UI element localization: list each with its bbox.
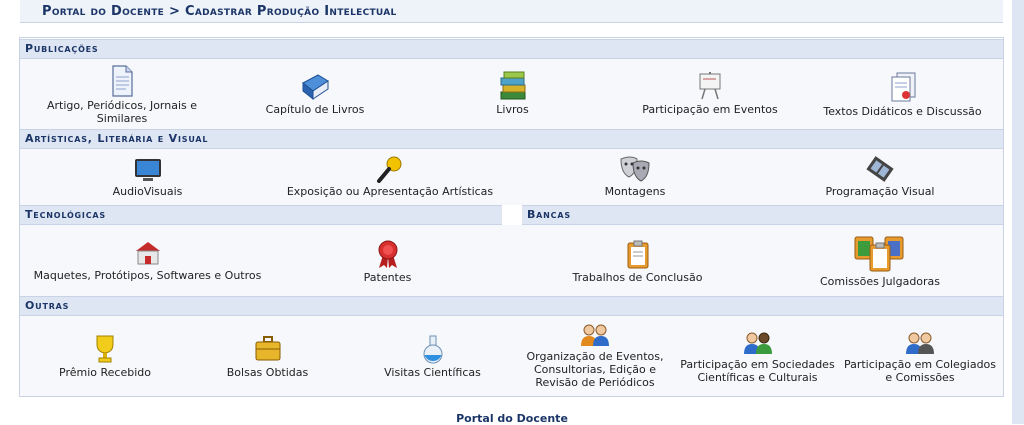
section-title: Publicações [25,42,99,55]
presentation-board-icon [699,72,721,100]
section-title: Tecnológicas [25,208,106,221]
menu-item-label: Participação em Eventos [642,103,778,116]
section-title: Outras [25,299,70,312]
menu-item-label: Comissões Julgadoras [819,275,941,288]
microphone-icon [377,156,402,183]
section-outras: Outras [20,296,1003,316]
monitor-icon [134,159,161,181]
menu-item-label: Trabalhos de Conclusão [572,271,703,284]
menu-item-livros[interactable]: Livros [440,71,585,116]
page-title-bar: Portal do Docente > Cadastrar Produção I… [20,0,1003,23]
document-icon [112,65,133,97]
menu-item-label: Participação em Colegiados e Comissões [843,358,997,384]
section-artisticas: Artísticas, Literária e Visual [20,129,1003,149]
menu-item-label: Textos Didáticos e Discussão [823,105,982,118]
menu-item-trabalhos-conclusao[interactable]: Trabalhos de Conclusão [550,239,725,284]
menu-item-programacao-visual[interactable]: Programação Visual [800,155,960,198]
clipboard-icon [627,240,648,269]
production-menu-panel: Publicações Artigo, Periódicos, Jornais … [19,37,1004,397]
row-outras: Prêmio Recebido Bolsas Obtidas Visitas C… [20,316,1003,396]
page-scroll-gutter [1012,0,1024,424]
flask-icon [423,335,442,364]
menu-item-exposicao[interactable]: Exposição ou Apresentação Artísticas [275,155,505,198]
people-pair-icon [581,324,609,346]
menu-item-label: Patentes [363,271,412,284]
row-publicacoes: Artigo, Periódicos, Jornais e Similares … [20,59,1003,129]
menu-item-bolsas[interactable]: Bolsas Obtidas [210,334,325,379]
menu-item-label: Participação em Sociedades Científicas e… [680,358,835,384]
menu-item-organizacao-eventos[interactable]: Organização de Eventos, Consultorias, Ed… [520,322,670,389]
menu-item-label: Capítulo de Livros [265,103,365,116]
menu-item-comissoes-julgadoras[interactable]: Comissões Julgadoras [800,233,960,288]
section-title: Artísticas, Literária e Visual [25,132,209,145]
page-title: Portal do Docente > Cadastrar Produção I… [42,4,397,19]
ribbon-medal-icon [378,240,397,268]
menu-item-label: AudioVisuais [112,185,183,198]
people-committee-icon [906,332,934,354]
trophy-icon [96,335,114,363]
menu-item-label: Montagens [604,185,666,198]
house-model-icon [135,242,160,265]
blue-book-icon [302,74,329,101]
row-artisticas: AudioVisuais Exposição ou Apresentação A… [20,149,1003,205]
menu-item-montagens[interactable]: Montagens [580,155,690,198]
section-publicacoes: Publicações [20,39,1003,59]
people-group-icon [743,332,772,354]
menu-item-label: Visitas Científicas [384,366,481,379]
menu-item-audiovisuais[interactable]: AudioVisuais [70,157,225,198]
menu-item-label: Prêmio Recebido [59,366,151,379]
menu-item-capitulo-livros[interactable]: Capítulo de Livros [230,73,400,116]
footer-portal-link[interactable]: Portal do Docente [0,412,1024,425]
film-strip-icon [866,156,894,182]
clipboards-group-icon [854,236,904,272]
menu-item-label: Organização de Eventos, Consultorias, Ed… [526,350,664,389]
menu-item-label: Artigo, Periódicos, Jornais e Similares [46,99,198,125]
briefcase-icon [255,336,280,361]
menu-item-premio[interactable]: Prêmio Recebido [50,334,160,379]
certificate-document-icon [891,72,915,102]
menu-item-participacao-eventos[interactable]: Participação em Eventos [625,71,795,116]
menu-item-colegiados[interactable]: Participação em Colegiados e Comissões [840,330,1000,384]
menu-item-label: Exposição ou Apresentação Artísticas [286,185,494,198]
menu-item-label: Bolsas Obtidas [226,366,309,379]
section-bancas: Bancas [522,205,1003,225]
menu-item-patentes[interactable]: Patentes [330,239,445,284]
menu-item-label: Maquetes, Protótipos, Softwares e Outros [33,269,262,282]
section-title: Bancas [527,208,571,221]
menu-item-label: Livros [496,103,529,116]
menu-item-label: Programação Visual [825,185,935,198]
menu-item-textos-didaticos[interactable]: Textos Didáticos e Discussão [815,71,990,118]
menu-item-maquetes[interactable]: Maquetes, Protótipos, Softwares e Outros [25,239,270,282]
row-tecnologicas-bancas: Maquetes, Protótipos, Softwares e Outros… [20,225,1003,296]
menu-item-visitas[interactable]: Visitas Científicas [375,334,490,379]
section-tecnologicas: Tecnológicas [20,205,502,225]
books-stack-icon [500,71,525,100]
menu-item-artigos[interactable]: Artigo, Periódicos, Jornais e Similares [32,65,212,125]
theater-masks-icon [620,156,650,182]
menu-item-sociedades[interactable]: Participação em Sociedades Científicas e… [675,330,840,384]
